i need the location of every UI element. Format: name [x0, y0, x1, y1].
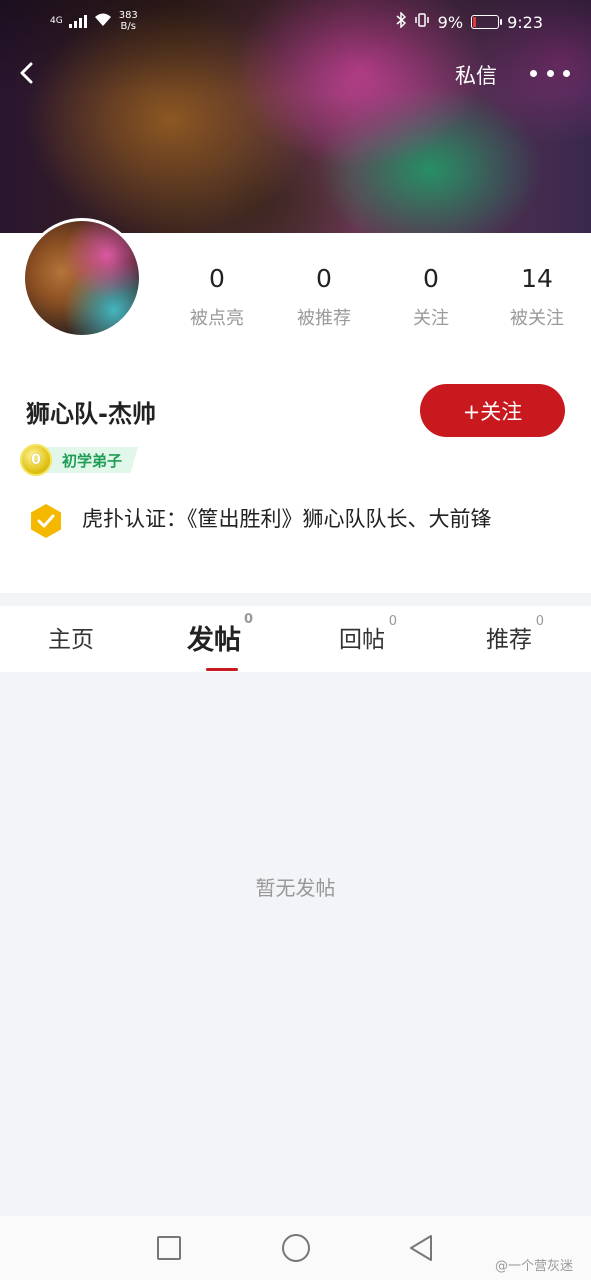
net-speed: 383 B/s	[119, 10, 138, 32]
battery-icon	[471, 15, 503, 29]
empty-state-text: 暂无发帖	[255, 876, 336, 900]
level-coin-icon: 0	[20, 444, 52, 476]
active-tab-indicator	[206, 668, 238, 671]
profile-stats: 0 被点亮 0 被推荐 0 关注 14 被关注	[162, 262, 591, 342]
verified-badge-icon	[31, 504, 61, 538]
stat-value: 0	[423, 264, 439, 293]
stat-followers[interactable]: 14 被关注	[487, 262, 587, 330]
stat-following[interactable]: 0 关注	[381, 262, 481, 330]
wifi-icon	[93, 12, 113, 30]
vibrate-icon	[414, 12, 430, 32]
tab-replies[interactable]: 回帖 0	[339, 614, 397, 654]
dot-icon	[546, 69, 554, 77]
status-bar: 4G 383 B/s 9% 9:23	[0, 0, 591, 46]
avatar[interactable]	[22, 218, 142, 338]
watermark: @一个营灰迷	[495, 1259, 574, 1274]
system-back-button[interactable]	[408, 1234, 434, 1262]
net-speed-unit: B/s	[120, 21, 136, 32]
stat-value: 0	[316, 264, 332, 293]
home-button[interactable]	[282, 1234, 310, 1262]
net-speed-value: 383	[118, 10, 138, 21]
tab-count: 0	[535, 614, 544, 629]
tab-posts[interactable]: 发帖 0	[187, 612, 253, 657]
top-nav: 私信	[0, 52, 591, 96]
tab-count: 0	[243, 612, 253, 627]
network-type: 4G	[50, 16, 63, 26]
stat-label: 被推荐	[297, 308, 351, 329]
stat-value: 0	[209, 264, 225, 293]
stat-label: 关注	[413, 308, 449, 329]
level-badge[interactable]: 0 初学弟子	[20, 444, 139, 476]
dot-icon	[530, 69, 537, 77]
tab-home[interactable]: 主页	[48, 620, 94, 654]
stat-value: 14	[521, 264, 553, 293]
clock: 9:23	[507, 12, 543, 32]
chevron-left-icon	[20, 62, 33, 84]
follow-button[interactable]: +关注	[420, 384, 565, 437]
recent-apps-button[interactable]	[157, 1236, 181, 1260]
tab-count: 0	[388, 614, 397, 629]
stat-label: 被点亮	[190, 308, 244, 329]
battery-percent: 9%	[437, 12, 464, 32]
profile-name: 狮心队-杰帅	[26, 400, 156, 428]
private-message-button[interactable]: 私信	[455, 60, 497, 90]
stat-recommended[interactable]: 0 被推荐	[274, 262, 374, 330]
level-label: 初学弟子	[44, 447, 139, 473]
bluetooth-icon	[396, 11, 406, 32]
tab-bar: 主页 发帖 0 回帖 0 推荐 0	[0, 606, 591, 672]
tab-label: 主页	[48, 627, 94, 653]
tab-label: 推荐	[486, 627, 532, 653]
more-options-button[interactable]	[530, 60, 570, 86]
stat-label: 被关注	[510, 308, 564, 329]
signal-icon	[68, 14, 87, 28]
tab-label: 发帖	[187, 625, 241, 656]
verification-text: 虎扑认证：《筐出胜利》狮心队队长、大前锋	[82, 507, 492, 531]
level-coin-value: 0	[31, 452, 41, 468]
tab-recommended[interactable]: 推荐 0	[486, 614, 544, 654]
back-button[interactable]	[12, 58, 40, 88]
stat-lit[interactable]: 0 被点亮	[167, 262, 267, 330]
tab-label: 回帖	[339, 627, 385, 653]
dot-icon	[563, 69, 570, 77]
